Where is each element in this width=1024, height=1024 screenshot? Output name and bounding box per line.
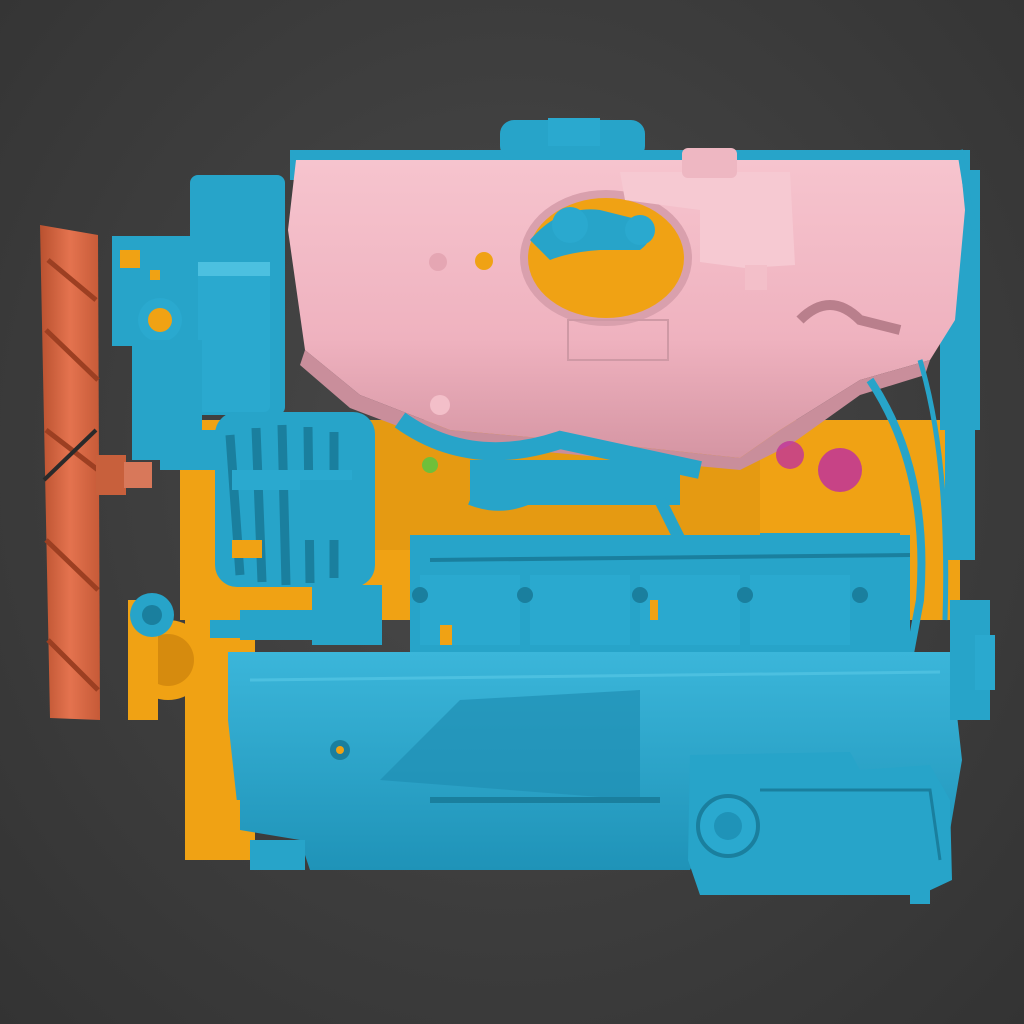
oil-sump — [688, 752, 952, 904]
engine-scan-render — [40, 118, 995, 904]
scan-viewport[interactable] — [0, 0, 1024, 1024]
alternator — [215, 412, 382, 645]
cylinder-block — [410, 535, 911, 655]
